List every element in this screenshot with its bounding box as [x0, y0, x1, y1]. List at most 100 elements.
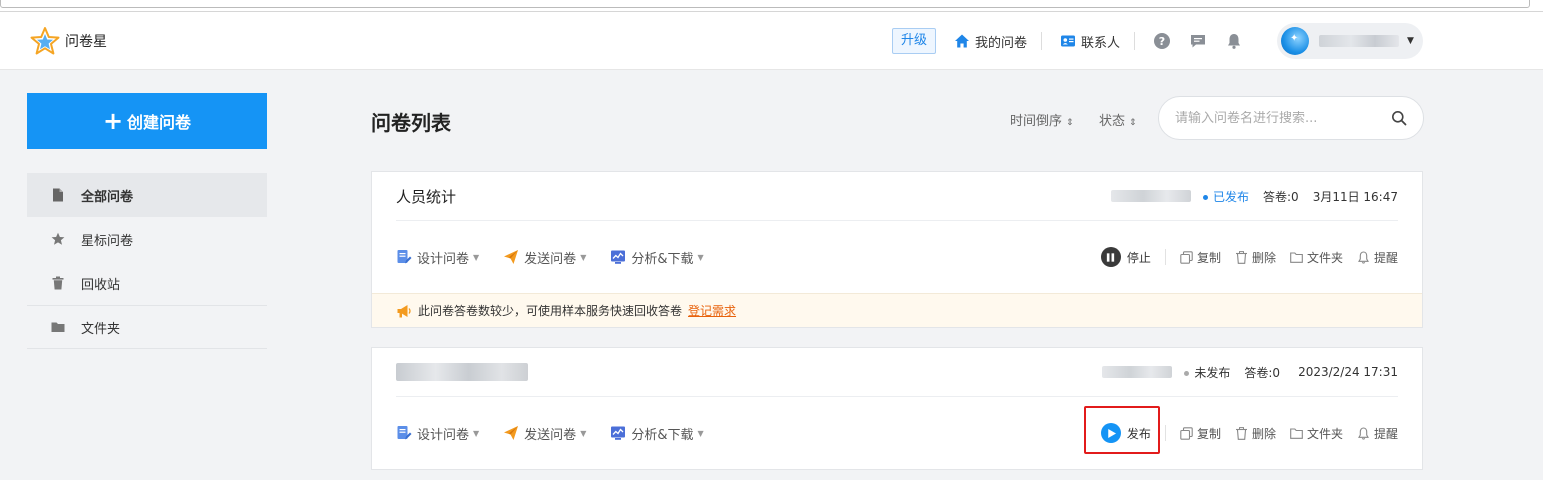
copy-button[interactable]: 复制: [1180, 425, 1221, 442]
design-survey-button[interactable]: 设计问卷 ▼: [396, 424, 479, 443]
sidebar-item-folder[interactable]: 文件夹: [27, 305, 267, 349]
caret-down-icon: ▼: [580, 252, 587, 262]
remind-button[interactable]: 提醒: [1357, 425, 1398, 442]
copy-icon: [1180, 426, 1193, 440]
sidebar-item-trash[interactable]: 回收站: [27, 261, 267, 305]
contacts-icon: [1060, 35, 1075, 47]
tip-text: 此问卷答卷数较少，可使用样本服务快速回收答卷: [418, 304, 683, 318]
remind-button[interactable]: 提醒: [1357, 249, 1398, 266]
status-text: 未发布: [1194, 365, 1231, 380]
folder-icon: [51, 322, 65, 332]
trash-icon: [52, 276, 64, 290]
design-survey-button[interactable]: 设计问卷 ▼: [396, 248, 479, 267]
register-demand-link[interactable]: 登记需求: [688, 302, 736, 319]
analyze-download-label: 分析&下载: [631, 427, 694, 443]
sort-time-label: 时间倒序: [1010, 114, 1063, 129]
top-navbar: 问卷星 升级 我的问卷 联系人 ? ✦ ▼: [0, 12, 1543, 70]
design-edit-icon: [397, 426, 412, 440]
remind-label: 提醒: [1373, 426, 1398, 441]
survey-meta: 未发布 答卷:0 2023/2/24 17:31: [1102, 348, 1398, 396]
home-icon: [954, 34, 969, 48]
folder-icon: [1290, 251, 1303, 263]
my-surveys-link[interactable]: 我的问卷: [954, 32, 1027, 51]
analytics-chart-icon: [611, 426, 626, 440]
user-menu[interactable]: ✦ ▼: [1277, 23, 1423, 59]
plus-icon: +: [102, 107, 124, 135]
copy-icon: [1180, 250, 1193, 264]
contacts-link[interactable]: 联系人: [1060, 32, 1120, 51]
delete-label: 删除: [1251, 426, 1276, 441]
search-icon[interactable]: [1391, 110, 1407, 126]
address-field[interactable]: [0, 0, 1530, 8]
survey-title-blurred[interactable]: [396, 363, 528, 381]
create-survey-button[interactable]: + 创建问卷: [27, 93, 267, 149]
caret-down-icon: ▼: [697, 428, 704, 438]
sidebar-menu: 全部问卷 星标问卷 回收站 文件夹: [27, 173, 267, 349]
star-icon: [51, 232, 65, 245]
survey-right-actions: 停止 复制 删除 文件夹 提醒: [1100, 221, 1398, 293]
sidebar: + 创建问卷 全部问卷 星标问卷 回收站 文件夹: [27, 93, 267, 349]
chevron-down-icon: ▼: [1407, 36, 1414, 46]
send-survey-button[interactable]: 发送问卷 ▼: [503, 424, 586, 443]
browser-address-bar: [0, 0, 1543, 12]
survey-card-header: 人员统计 已发布 答卷:0 3月11日 16:47: [372, 172, 1422, 220]
sidebar-item-all-surveys[interactable]: 全部问卷: [27, 173, 267, 217]
svg-text:?: ?: [1159, 35, 1165, 48]
move-to-folder-button[interactable]: 文件夹: [1290, 249, 1343, 266]
sort-status-button[interactable]: 状态 ⇕: [1099, 110, 1137, 129]
logo[interactable]: 问卷星: [30, 26, 107, 56]
caret-down-icon: ▼: [580, 428, 587, 438]
analyze-download-button[interactable]: 分析&下载 ▼: [610, 248, 704, 267]
delete-button[interactable]: 删除: [1235, 425, 1276, 442]
document-icon: [53, 188, 63, 202]
design-survey-label: 设计问卷: [417, 251, 470, 267]
copy-button[interactable]: 复制: [1180, 249, 1221, 266]
sort-time-button[interactable]: 时间倒序 ⇕: [1010, 110, 1074, 129]
answer-count: 答卷:0: [1244, 365, 1281, 380]
bell-icon: [1358, 426, 1369, 440]
sidebar-item-label: 全部问卷: [81, 189, 134, 205]
caret-down-icon: ▼: [473, 428, 480, 438]
sort-arrows-icon: ⇕: [1129, 118, 1137, 128]
move-to-folder-button[interactable]: 文件夹: [1290, 425, 1343, 442]
avatar: ✦: [1281, 27, 1309, 55]
search-box: [1158, 96, 1424, 140]
folder-label: 文件夹: [1306, 426, 1343, 441]
caret-down-icon: ▼: [473, 252, 480, 262]
megaphone-icon: [397, 304, 411, 317]
my-surveys-label: 我的问卷: [974, 35, 1027, 51]
delete-label: 删除: [1251, 250, 1276, 265]
delete-button[interactable]: 删除: [1235, 249, 1276, 266]
survey-date: 3月11日 16:47: [1312, 189, 1398, 204]
send-survey-label: 发送问卷: [524, 251, 577, 267]
help-button[interactable]: ?: [1153, 32, 1171, 50]
survey-meta: 已发布 答卷:0 3月11日 16:47: [1110, 172, 1398, 220]
paper-plane-icon: [504, 250, 519, 264]
status-badge: 已发布: [1202, 188, 1249, 205]
divider: [1134, 32, 1135, 50]
caret-down-icon: ▼: [697, 252, 704, 262]
search-input[interactable]: [1175, 110, 1375, 126]
sidebar-item-label: 星标问卷: [81, 233, 134, 249]
notifications-button[interactable]: [1225, 32, 1243, 50]
survey-date: 2023/2/24 17:31: [1298, 365, 1398, 379]
sidebar-item-starred[interactable]: 星标问卷: [27, 217, 267, 261]
send-survey-button[interactable]: 发送问卷 ▼: [503, 248, 586, 267]
analyze-download-button[interactable]: 分析&下载 ▼: [610, 424, 704, 443]
upgrade-button[interactable]: 升级: [891, 28, 936, 54]
survey-title[interactable]: 人员统计: [396, 186, 456, 207]
divider: [1164, 425, 1166, 441]
star-logo-icon: [30, 27, 60, 55]
remind-label: 提醒: [1373, 250, 1398, 265]
messages-button[interactable]: [1189, 32, 1207, 50]
status-dot: [1184, 370, 1190, 376]
paper-plane-icon: [504, 426, 519, 440]
stop-survey-button[interactable]: 停止: [1100, 247, 1151, 267]
logo-text: 问卷星: [65, 34, 107, 50]
survey-id-blurred: [1110, 190, 1191, 202]
divider: [1040, 32, 1042, 50]
status-text: 已发布: [1212, 189, 1249, 204]
divider: [1164, 249, 1166, 265]
survey-card-actions: 设计问卷 ▼ 发送问卷 ▼ 分析&下载 ▼ 发布 复制 删除 文件夹 提醒: [372, 397, 1422, 469]
send-survey-label: 发送问卷: [524, 427, 577, 443]
